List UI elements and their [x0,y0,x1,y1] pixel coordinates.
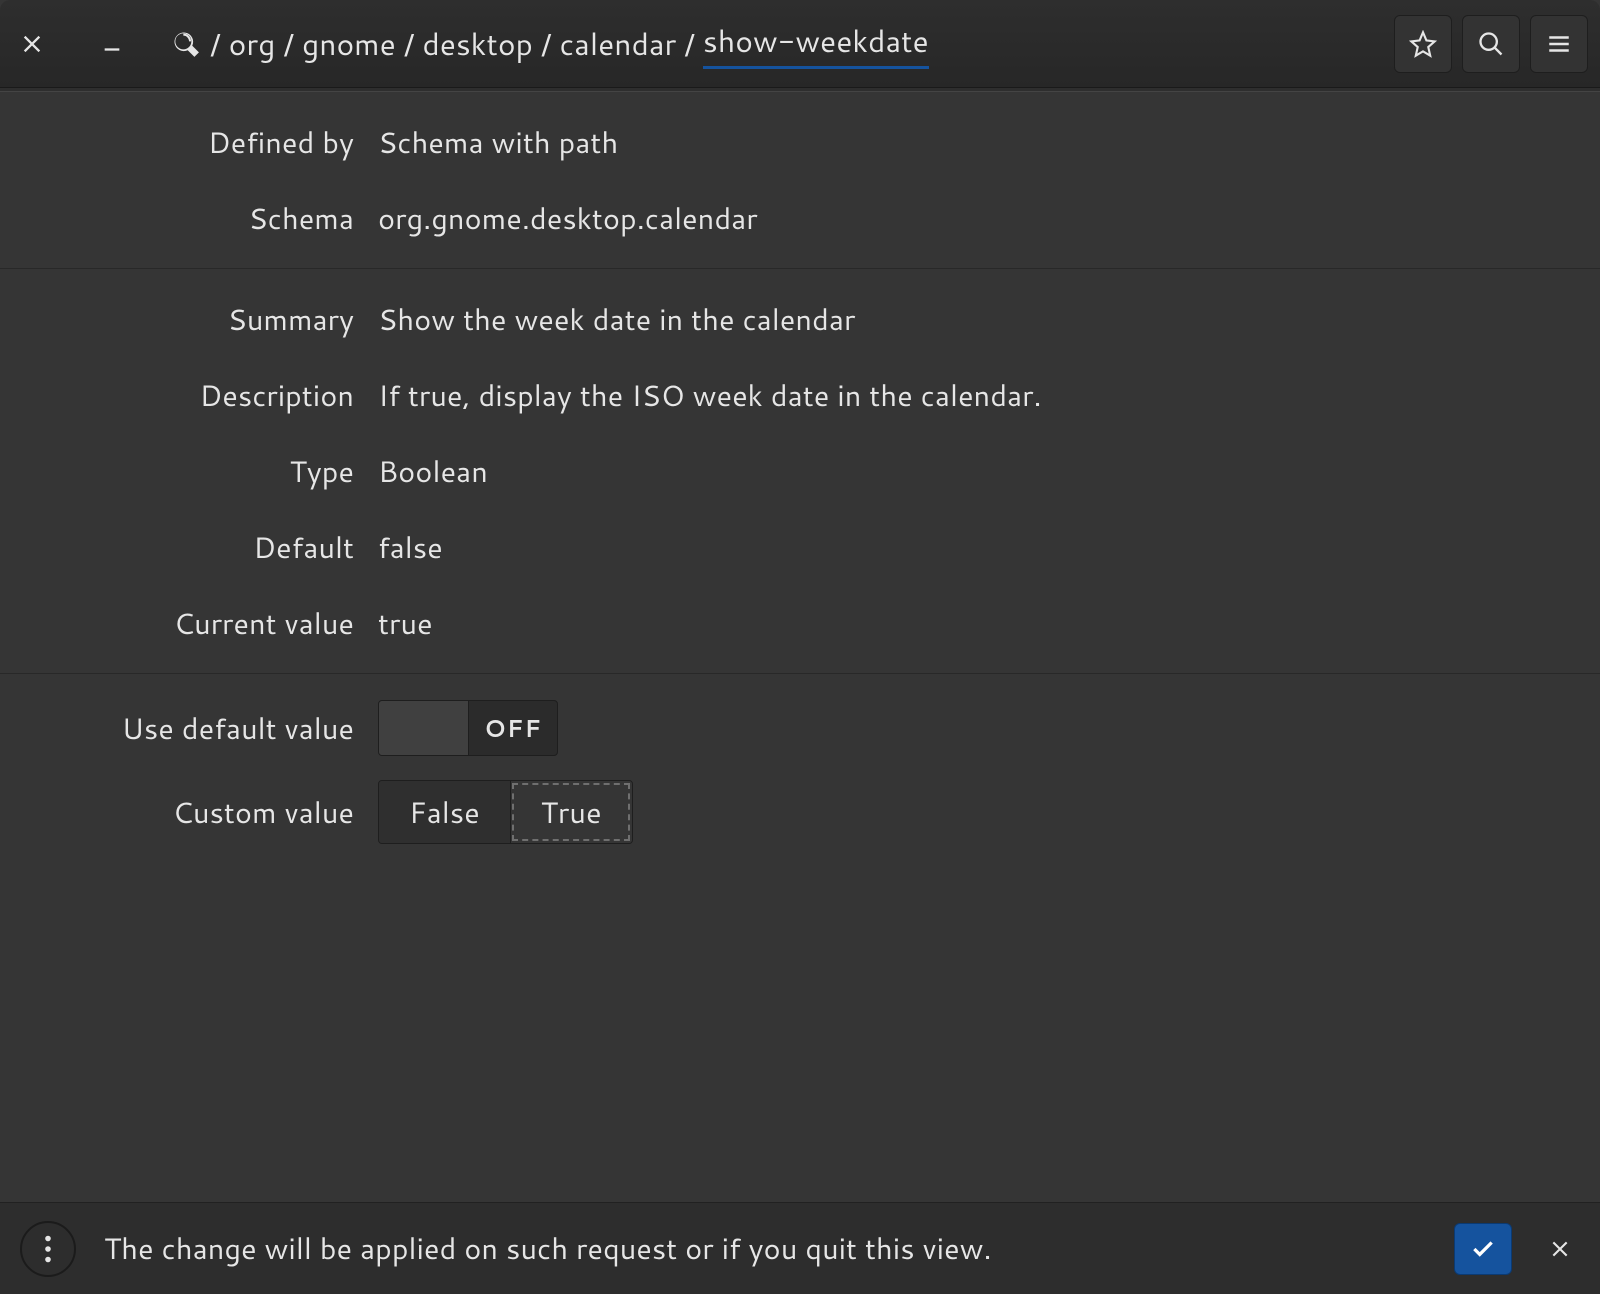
schema-section: Defined by Schema with path Schema org.g… [0,92,1600,268]
custom-value-false-button[interactable]: False [379,781,510,843]
current-value-row: Current value true [0,585,1600,661]
description-value: If true, display the ISO week date in th… [378,375,1042,416]
more-vertical-icon [44,1235,52,1263]
use-default-switch[interactable]: OFF [378,700,558,756]
breadcrumb-separator: / [404,22,415,65]
headerbar-left [12,24,132,64]
type-label: Type [0,451,378,492]
minimize-icon [101,33,123,55]
custom-value-toggle: False True [378,780,633,844]
check-icon [1470,1236,1496,1262]
main-content: Defined by Schema with path Schema org.g… [0,92,1600,866]
bookmark-button[interactable] [1394,15,1452,73]
breadcrumb-item-calendar[interactable]: calendar [560,22,677,65]
hamburger-menu-button[interactable] [1530,15,1588,73]
actionbar-menu-button[interactable] [20,1221,76,1277]
summary-label: Summary [0,299,378,340]
default-label: Default [0,527,378,568]
dconf-editor-icon [170,28,202,60]
summary-value: Show the week date in the calendar [378,299,855,340]
defined-by-row: Defined by Schema with path [0,104,1600,180]
headerbar-right [1394,15,1588,73]
description-label: Description [0,375,378,416]
type-row: Type Boolean [0,433,1600,509]
type-value: Boolean [378,451,488,492]
custom-value-row: Custom value False True [0,770,1600,854]
dismiss-button[interactable] [1540,1229,1580,1269]
use-default-label: Use default value [0,708,378,749]
description-row: Description If true, display the ISO wee… [0,357,1600,433]
schema-value: org.gnome.desktop.calendar [378,198,758,239]
actionbar: The change will be applied on such reque… [0,1202,1600,1294]
breadcrumb-separator: / [684,22,695,65]
apply-button[interactable] [1454,1223,1512,1275]
close-icon [1550,1239,1570,1259]
controls-section: Use default value OFF Custom value False… [0,673,1600,866]
summary-row: Summary Show the week date in the calend… [0,281,1600,357]
search-icon [1477,30,1505,58]
breadcrumb-item-gnome[interactable]: gnome [302,22,396,65]
close-window-button[interactable] [12,24,52,64]
actionbar-right [1454,1223,1580,1275]
current-value-value: true [378,603,433,644]
breadcrumb-item-org[interactable]: org [229,22,276,65]
breadcrumb-separator: / [283,22,294,65]
custom-value-label: Custom value [0,792,378,833]
schema-label: Schema [0,198,378,239]
search-button[interactable] [1462,15,1520,73]
minimize-window-button[interactable] [92,24,132,64]
breadcrumb-separator: / [210,22,221,65]
default-value: false [378,527,443,568]
hamburger-icon [1546,31,1572,57]
details-section: Summary Show the week date in the calend… [0,268,1600,673]
close-icon [21,33,43,55]
star-outline-icon [1409,30,1437,58]
defined-by-value: Schema with path [378,122,618,163]
use-default-row: Use default value OFF [0,686,1600,770]
switch-handle [379,701,469,755]
switch-state: OFF [469,711,557,745]
breadcrumb-separator: / [541,22,552,65]
defined-by-label: Defined by [0,122,378,163]
current-value-label: Current value [0,603,378,644]
headerbar: / org / gnome / desktop / calendar / sho… [0,0,1600,88]
breadcrumb-item-show-weekdate[interactable]: show-weekdate [703,19,929,69]
schema-row: Schema org.gnome.desktop.calendar [0,180,1600,256]
default-row: Default false [0,509,1600,585]
custom-value-true-button[interactable]: True [510,781,632,843]
breadcrumb-item-desktop[interactable]: desktop [422,22,532,65]
actionbar-message: The change will be applied on such reque… [104,1228,992,1269]
breadcrumb: / org / gnome / desktop / calendar / sho… [170,19,929,69]
